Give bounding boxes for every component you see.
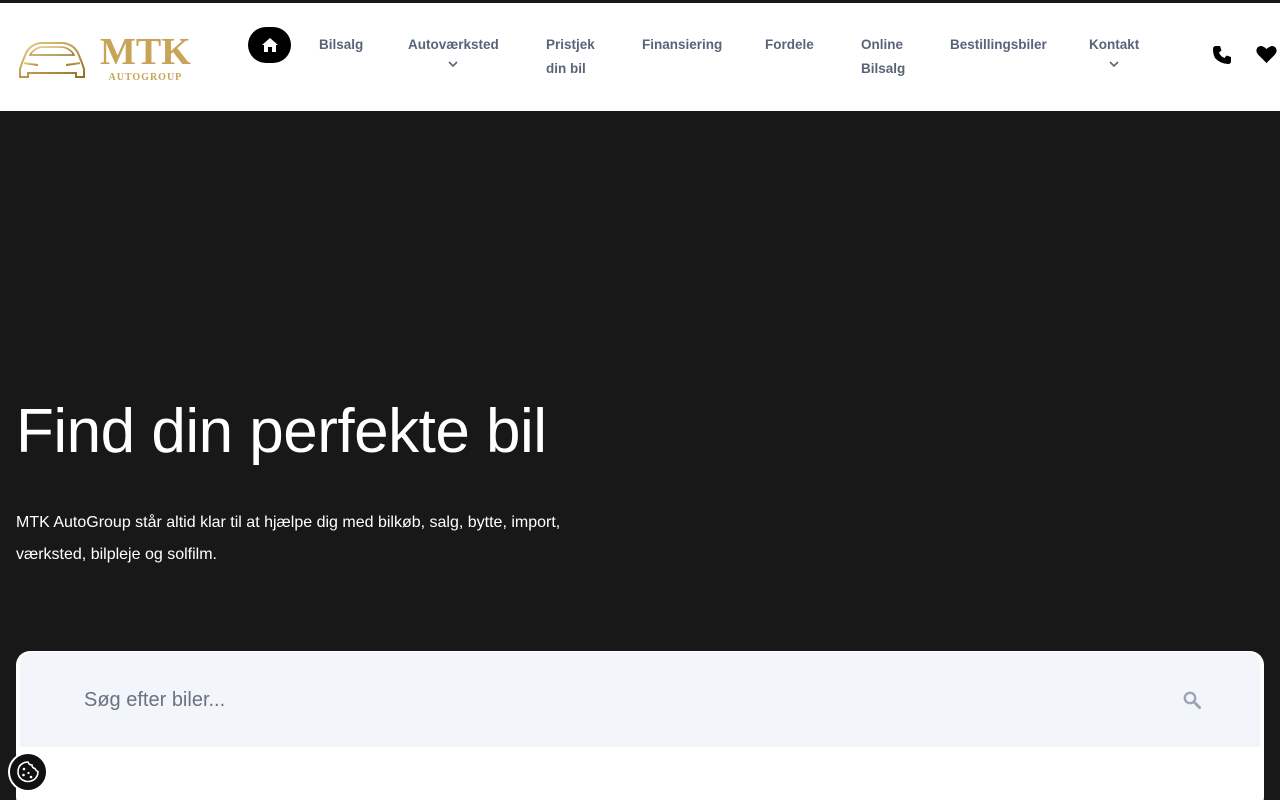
nav-item-label-line2: din bil [546,61,586,76]
car-logo-icon [19,42,85,78]
search-input[interactable] [84,680,1164,720]
phone-icon [1213,46,1231,64]
nav-item-label-line1: Online [861,37,904,52]
chevron-down-icon [448,61,458,68]
logo-subtitle: AUTOGROUP [108,72,183,83]
nav-item-label: Bilsalg [319,37,364,52]
nav-item-pristjek[interactable]: Pristjek din bil [546,33,595,81]
chevron-down-icon [1109,61,1119,68]
logo-text: MTK AUTOGROUP [100,33,191,83]
nav-item-online-bilsalg[interactable]: Online Bilsalg [861,33,905,81]
home-button[interactable] [248,27,291,63]
nav-item-autovaerksted[interactable]: Autoværksted [408,33,499,69]
cookie-icon [17,761,39,783]
hero-title: Find din perfekte bil [16,397,547,466]
search-card [16,651,1264,800]
search-icon[interactable] [1183,691,1201,709]
site-header: MTK AUTOGROUP Bilsalg Autoværksted Prist… [0,3,1280,111]
heart-icon [1256,46,1277,63]
logo[interactable]: MTK AUTOGROUP [16,33,198,85]
nav-item-label: Autoværksted [408,37,499,52]
nav-item-label-line2: Bilsalg [861,61,906,76]
phone-button[interactable] [1212,45,1232,70]
nav-item-bilsalg[interactable]: Bilsalg [319,33,363,57]
logo-name: MTK [100,31,191,73]
nav-item-label: Kontakt [1089,37,1140,52]
cookie-settings-button[interactable] [8,752,48,792]
nav-item-label-line1: Pristjek [546,37,595,52]
home-icon [261,38,278,52]
nav-item-fordele[interactable]: Fordele [765,33,814,57]
search-field [20,652,1260,747]
favorites-button[interactable] [1256,45,1277,69]
hero-description: MTK AutoGroup står altid klar til at hjæ… [16,514,561,563]
nav-item-bestillingsbiler[interactable]: Bestillingsbiler [950,33,1047,57]
nav-item-kontakt[interactable]: Kontakt [1089,33,1139,69]
nav-item-finansiering[interactable]: Finansiering [642,33,722,57]
nav-item-label: Fordele [765,37,814,52]
nav-item-label: Finansiering [642,37,723,52]
nav-item-label: Bestillingsbiler [950,37,1047,52]
